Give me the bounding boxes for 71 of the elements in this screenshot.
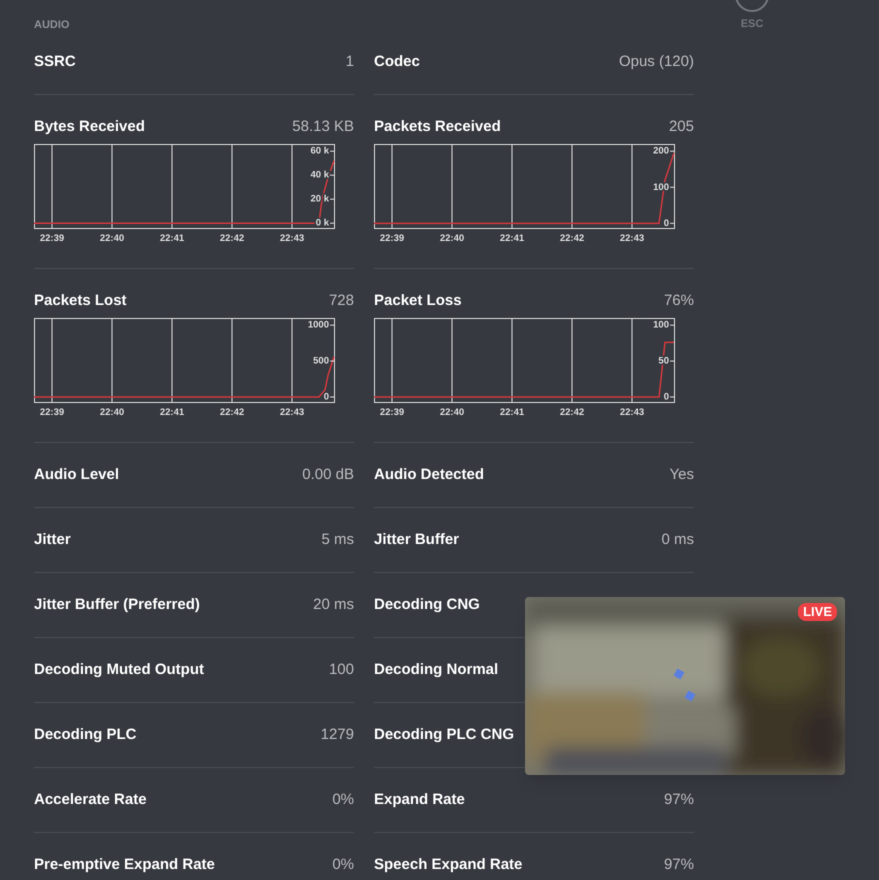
stat-label: Packets Received bbox=[374, 116, 501, 137]
stat-value: 100 bbox=[328, 660, 354, 680]
stat-value: 97% bbox=[664, 790, 694, 810]
y-tick-label: 1000 bbox=[308, 320, 329, 331]
stat-label: Decoding CNG bbox=[374, 594, 480, 615]
stat-value: Opus (120) bbox=[618, 52, 694, 72]
stat-value: 0% bbox=[332, 854, 354, 875]
y-tick-label: 0 bbox=[324, 392, 329, 402]
stat-value: 1 bbox=[346, 52, 354, 72]
x-tick-label: 22:39 bbox=[40, 407, 64, 418]
stat-value: 76% bbox=[664, 290, 694, 311]
stat-value: 20 ms bbox=[313, 594, 354, 615]
live-badge: LIVE bbox=[798, 603, 837, 621]
stat-value: 0 ms bbox=[661, 530, 694, 550]
x-tick-label: 22:43 bbox=[280, 233, 304, 244]
stat-label: Bytes Received bbox=[34, 116, 145, 137]
stat-label: Jitter Buffer bbox=[374, 530, 460, 550]
close-hint: ESC bbox=[740, 17, 764, 32]
stat-label: Packet Loss bbox=[374, 290, 462, 311]
stat-label: SSRC bbox=[34, 52, 76, 72]
stat-value: 5 ms bbox=[321, 530, 354, 550]
stat-label: Packets Lost bbox=[34, 290, 127, 311]
stat-value: 0.00 dB bbox=[302, 464, 354, 485]
stat-label: Expand Rate bbox=[374, 790, 465, 810]
stat-label: Codec bbox=[374, 52, 420, 72]
stat-label: Decoding PLC bbox=[34, 724, 137, 745]
stat-value: 58.13 KB bbox=[292, 116, 354, 137]
video-preview[interactable]: LIVE bbox=[525, 597, 845, 775]
y-tick-label: 0 bbox=[664, 218, 669, 229]
y-tick-label: 500 bbox=[313, 356, 329, 367]
x-tick-label: 22:42 bbox=[220, 407, 244, 418]
x-tick-label: 22:40 bbox=[100, 407, 124, 418]
y-tick-label: 0 bbox=[664, 392, 669, 402]
x-tick-label: 22:41 bbox=[500, 233, 524, 244]
stat-label: Decoding PLC CNG bbox=[374, 724, 514, 745]
y-tick-label: 100 bbox=[653, 320, 669, 331]
stat-label: Accelerate Rate bbox=[34, 790, 147, 810]
stat-label: Audio Level bbox=[34, 464, 120, 485]
stat-label: Jitter Buffer (Preferred) bbox=[34, 594, 200, 615]
x-tick-label: 22:42 bbox=[560, 407, 584, 418]
x-tick-label: 22:39 bbox=[380, 233, 404, 244]
x-tick-label: 22:39 bbox=[40, 233, 64, 244]
x-tick-label: 22:41 bbox=[160, 407, 184, 418]
stat-value: 97% bbox=[664, 854, 694, 875]
section-label: AUDIO bbox=[34, 18, 70, 32]
y-tick-label: 60 k bbox=[310, 146, 329, 157]
x-tick-label: 22:42 bbox=[220, 233, 244, 244]
stat-value: 728 bbox=[328, 290, 354, 311]
x-tick-label: 22:39 bbox=[380, 407, 404, 418]
stat-value: Yes bbox=[670, 464, 694, 485]
x-tick-label: 22:40 bbox=[440, 233, 464, 244]
x-tick-label: 22:43 bbox=[620, 407, 644, 418]
stat-label: Pre-emptive Expand Rate bbox=[34, 854, 215, 875]
stat-value: 0% bbox=[332, 790, 354, 810]
stat-label: Audio Detected bbox=[374, 464, 484, 485]
stat-value: 1279 bbox=[320, 724, 354, 745]
stat-label: Jitter bbox=[34, 530, 71, 550]
x-tick-label: 22:41 bbox=[160, 233, 184, 244]
y-tick-label: 20 k bbox=[310, 194, 329, 205]
x-tick-label: 22:40 bbox=[440, 407, 464, 418]
stat-value: 205 bbox=[668, 116, 694, 137]
x-tick-label: 22:42 bbox=[560, 233, 584, 244]
stat-label: Decoding Muted Output bbox=[34, 660, 204, 680]
y-tick-label: 40 k bbox=[310, 170, 329, 181]
y-tick-label: 200 bbox=[653, 146, 669, 157]
x-tick-label: 22:40 bbox=[100, 233, 124, 244]
stat-label: Decoding Normal bbox=[374, 660, 498, 680]
x-tick-label: 22:41 bbox=[500, 407, 524, 418]
x-tick-label: 22:43 bbox=[280, 407, 304, 418]
stat-label: Speech Expand Rate bbox=[374, 854, 522, 875]
x-tick-label: 22:43 bbox=[620, 233, 644, 244]
